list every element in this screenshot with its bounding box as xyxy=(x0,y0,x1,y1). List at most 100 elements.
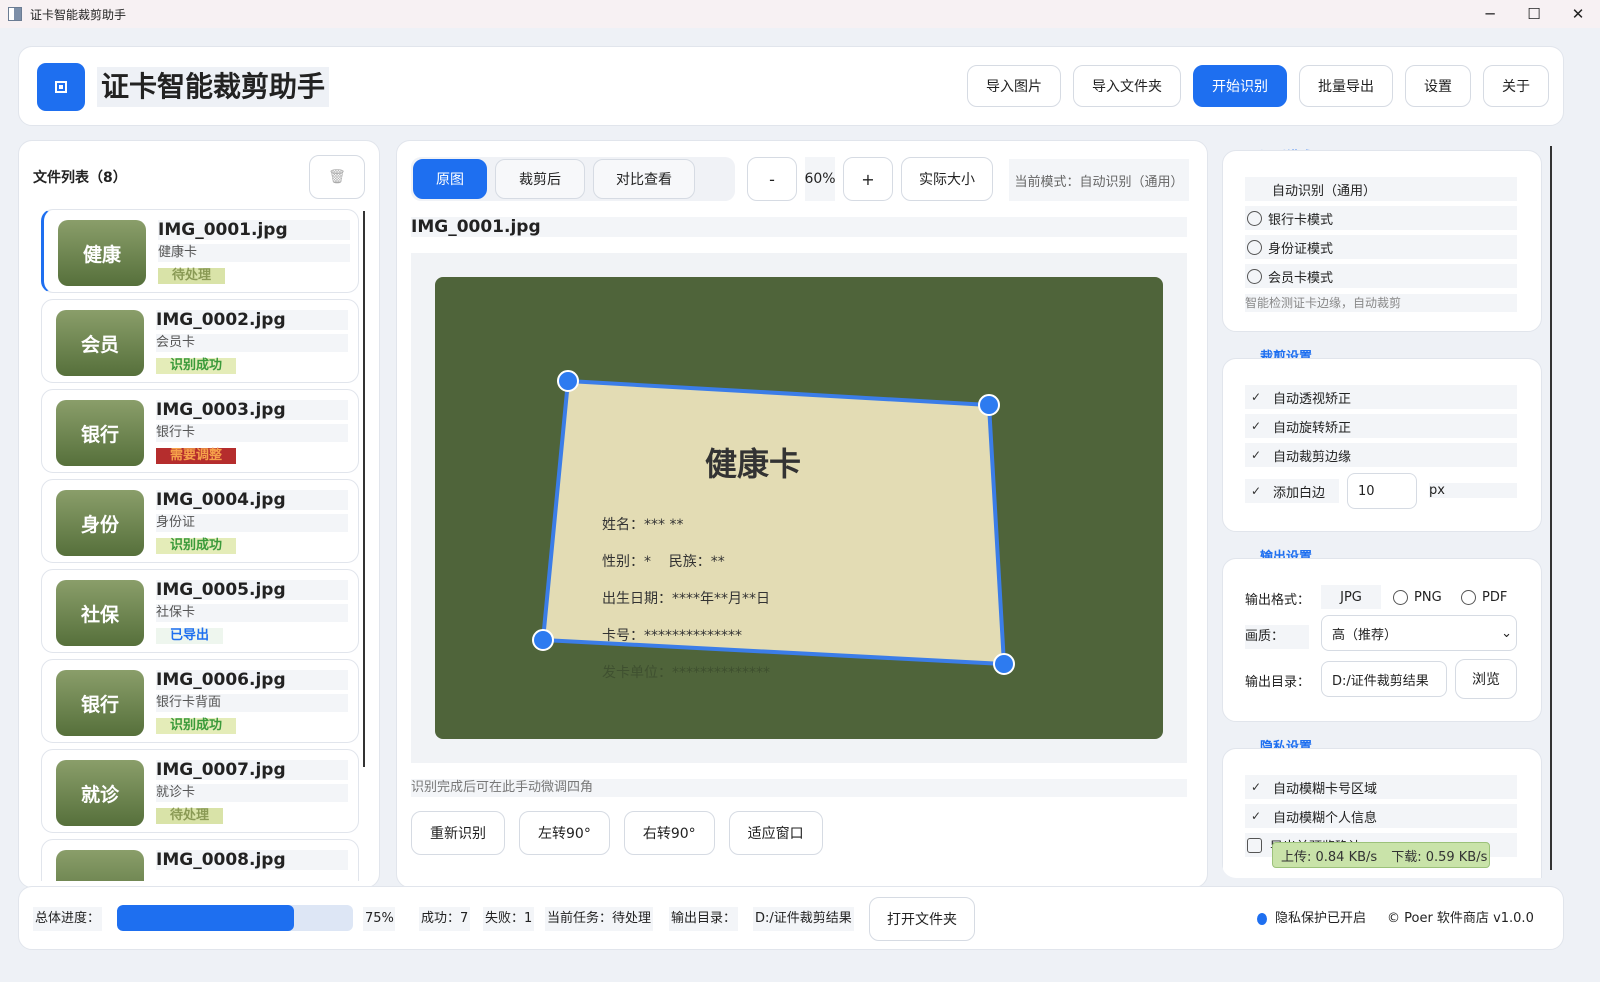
file-type: 就诊卡 xyxy=(156,784,348,802)
card-field-number: 卡号：************** xyxy=(602,628,742,644)
margin-input[interactable]: 10 xyxy=(1347,473,1417,509)
rotate-left-button[interactable]: 左转90° xyxy=(519,811,610,855)
status-badge: 待处理 xyxy=(156,808,224,824)
title-bar: 证卡智能裁剪助手 ─ ☐ ✕ xyxy=(0,0,1600,28)
app-icon xyxy=(8,7,22,21)
list-item[interactable]: 银行 IMG_0006.jpg 银行卡背面 识别成功 xyxy=(41,659,359,743)
format-option-pdf[interactable]: PDF xyxy=(1459,585,1507,609)
settings-button[interactable]: 设置 xyxy=(1405,65,1471,107)
list-item[interactable]: IMG_0008.jpg xyxy=(41,839,359,881)
format-option-jpg[interactable]: JPG xyxy=(1321,585,1381,609)
card-field-birth: 出生日期：****年**月**日 xyxy=(602,591,770,607)
browse-button[interactable]: 浏览 xyxy=(1455,659,1517,699)
zoom-in-button[interactable]: + xyxy=(843,157,893,201)
status-badge: 识别成功 xyxy=(156,538,237,554)
checkbox-rotate[interactable]: ✓ 自动旋转矫正 xyxy=(1245,414,1517,438)
import-folder-button[interactable]: 导入文件夹 xyxy=(1073,65,1181,107)
file-thumbnail: 身份 xyxy=(56,490,144,556)
batch-export-button[interactable]: 批量导出 xyxy=(1299,65,1393,107)
list-item[interactable]: 身份 IMG_0004.jpg 身份证 识别成功 xyxy=(41,479,359,563)
check-icon: ✓ xyxy=(1251,419,1262,433)
file-list-scrollbar[interactable] xyxy=(363,211,365,767)
mode-option-bank[interactable]: 银行卡模式 xyxy=(1245,206,1517,230)
output-dir-label: 输出目录： xyxy=(1245,675,1311,690)
check-icon: ✓ xyxy=(1251,809,1262,823)
checkbox-crop-edge[interactable]: ✓ 自动裁剪边缘 xyxy=(1245,443,1517,467)
rotate-right-button[interactable]: 右转90° xyxy=(623,811,715,855)
checkbox-blur-info[interactable]: ✓ 自动模糊个人信息 xyxy=(1245,804,1517,828)
mode-option-id[interactable]: 身份证模式 xyxy=(1245,235,1517,259)
tab-original[interactable]: 原图 xyxy=(413,159,487,199)
tab-compare[interactable]: 对比查看 xyxy=(593,159,695,199)
status-badge: 已导出 xyxy=(156,628,224,644)
format-label: 输出格式： xyxy=(1245,593,1311,608)
close-icon[interactable]: ✕ xyxy=(1556,0,1600,28)
corner-handle[interactable] xyxy=(557,370,579,392)
file-type: 会员卡 xyxy=(156,334,348,352)
card-field-issuer: 发卡单位：************** xyxy=(602,665,770,681)
fail-count: 失败：1 xyxy=(483,907,535,931)
file-name: IMG_0006.jpg xyxy=(156,670,348,690)
current-task: 当前任务：待处理 xyxy=(545,907,654,931)
mode-option-auto[interactable]: 自动识别（通用） xyxy=(1245,177,1517,201)
file-thumbnail: 会员 xyxy=(56,310,144,376)
current-mode-label: 当前模式：自动识别（通用） xyxy=(1009,159,1189,201)
zoom-out-button[interactable]: - xyxy=(747,157,797,201)
start-recognition-button[interactable]: 开始识别 xyxy=(1193,65,1287,107)
file-type: 银行卡 xyxy=(156,424,348,442)
corner-handle[interactable] xyxy=(532,629,554,651)
checkbox-perspective[interactable]: ✓ 自动透视矫正 xyxy=(1245,385,1517,409)
about-button[interactable]: 关于 xyxy=(1483,65,1549,107)
download-speed: 下载: 0.59 KB/s xyxy=(1391,849,1488,865)
status-badge: 需要调整 xyxy=(156,448,237,464)
file-thumbnail: 健康 xyxy=(58,220,146,286)
file-list-title: 文件列表（8） xyxy=(33,170,127,186)
file-name: IMG_0005.jpg xyxy=(156,580,348,600)
checkbox-icon xyxy=(1247,837,1262,853)
mode-option-member[interactable]: 会员卡模式 xyxy=(1245,264,1517,288)
file-name: IMG_0001.jpg xyxy=(158,220,350,240)
trash-icon[interactable]: 🗑 xyxy=(309,155,365,199)
app-title: 证卡智能裁剪助手 xyxy=(97,67,330,107)
tab-cropped[interactable]: 裁剪后 xyxy=(495,159,585,199)
actual-size-button[interactable]: 实际大小 xyxy=(901,157,993,201)
checkbox-blur-number[interactable]: ✓ 自动模糊卡号区域 xyxy=(1245,775,1517,799)
list-item[interactable]: 健康 IMG_0001.jpg 健康卡 待处理 xyxy=(41,209,359,293)
format-option-png[interactable]: PNG xyxy=(1391,585,1442,609)
file-name: IMG_0007.jpg xyxy=(156,760,348,780)
radio-icon xyxy=(1247,239,1262,255)
file-list-panel: 文件列表（8） 🗑 健康 IMG_0001.jpg 健康卡 待处理 会员 IMG… xyxy=(18,140,380,888)
list-item[interactable]: 就诊 IMG_0007.jpg 就诊卡 待处理 xyxy=(41,749,359,833)
output-dir-field[interactable]: D:/证件裁剪结果 xyxy=(1321,661,1447,697)
radio-icon xyxy=(1247,210,1262,226)
corner-handle[interactable] xyxy=(993,653,1015,675)
fit-window-button[interactable]: 适应窗口 xyxy=(728,811,823,855)
file-name: IMG_0004.jpg xyxy=(156,490,348,510)
settings-scrollbar[interactable] xyxy=(1550,146,1552,870)
shield-icon xyxy=(1257,913,1267,925)
list-item[interactable]: 社保 IMG_0005.jpg 社保卡 已导出 xyxy=(41,569,359,653)
checkbox-margin[interactable]: ✓ 添加白边 xyxy=(1245,479,1339,503)
progress-label: 总体进度： xyxy=(33,907,103,931)
file-list: 健康 IMG_0001.jpg 健康卡 待处理 会员 IMG_0002.jpg … xyxy=(37,209,379,881)
mode-note: 智能检测证卡边缘，自动裁剪 xyxy=(1245,294,1517,312)
quality-label: 画质： xyxy=(1245,625,1309,649)
maximize-icon[interactable]: ☐ xyxy=(1512,0,1556,28)
network-speed-widget: 上传: 0.84 KB/s 下载: 0.59 KB/s xyxy=(1272,842,1490,868)
image-canvas[interactable]: 健康卡 姓名：*** ** 性别：* 民族：** 出生日期：****年**月**… xyxy=(411,253,1187,763)
list-item[interactable]: 银行 IMG_0003.jpg 银行卡 需要调整 xyxy=(41,389,359,473)
progress-percent: 75% xyxy=(363,907,395,931)
quality-select[interactable]: 高（推荐） ⌄ xyxy=(1321,615,1517,651)
open-folder-button[interactable]: 打开文件夹 xyxy=(869,897,975,941)
corner-handle[interactable] xyxy=(978,394,1000,416)
file-type: 社保卡 xyxy=(156,604,348,622)
import-image-button[interactable]: 导入图片 xyxy=(967,65,1061,107)
status-badge: 识别成功 xyxy=(156,358,237,374)
list-item[interactable]: 会员 IMG_0002.jpg 会员卡 识别成功 xyxy=(41,299,359,383)
minimize-icon[interactable]: ─ xyxy=(1468,0,1512,28)
upload-speed: 上传: 0.84 KB/s xyxy=(1281,849,1378,865)
card-title: 健康卡 xyxy=(705,445,802,483)
overall-progress-bar xyxy=(117,905,353,931)
re-recognize-button[interactable]: 重新识别 xyxy=(411,811,505,855)
check-icon: ✓ xyxy=(1251,780,1262,794)
